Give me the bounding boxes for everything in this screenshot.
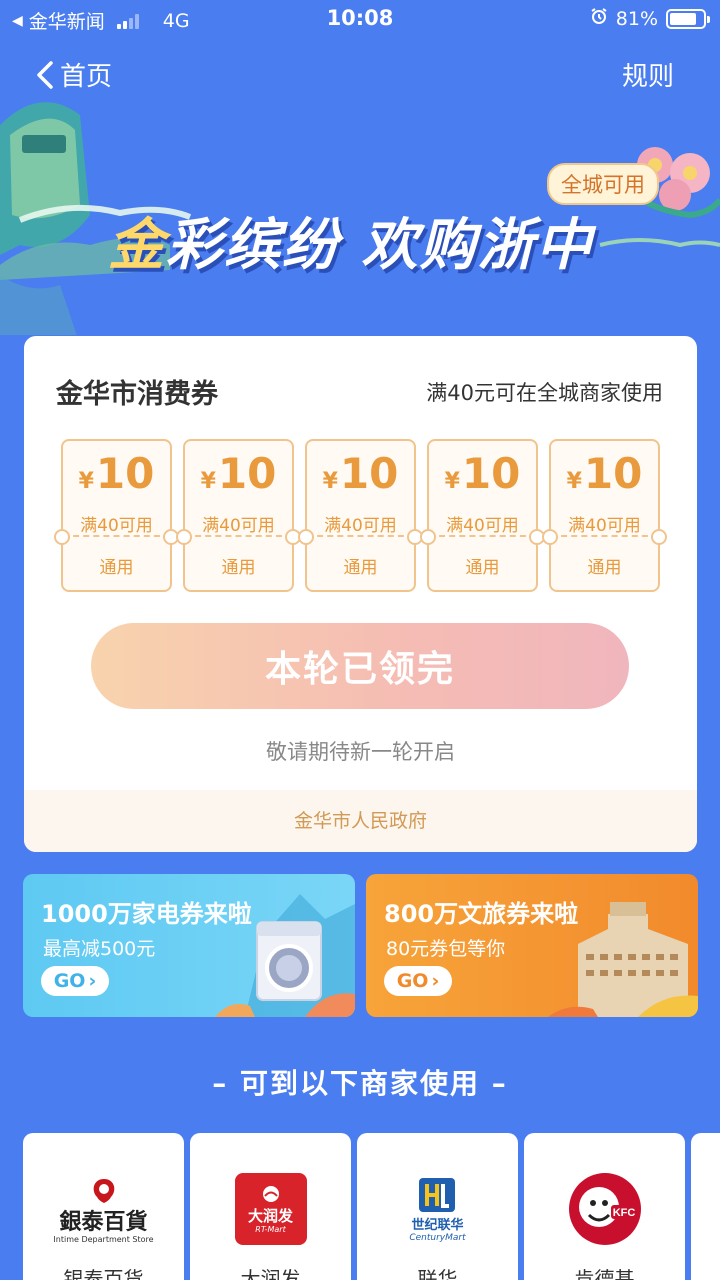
go-button[interactable]: GO › — [384, 966, 452, 996]
coupon-type: 通用 — [465, 558, 500, 578]
coupon-amount: ¥10 — [444, 449, 521, 498]
card-note: 满40元可在全城商家使用 — [426, 380, 663, 405]
svg-text:KFC: KFC — [612, 1207, 635, 1219]
coupon-condition: 满40可用 — [446, 516, 519, 536]
status-right: 81% — [590, 7, 710, 30]
card-header: 金华市消费券 满40元可在全城商家使用 — [56, 372, 663, 411]
claim-button[interactable]: 本轮已领完 — [91, 623, 629, 709]
century-mart-logo: 世纪联华 CenturyMart — [357, 1169, 518, 1249]
coupon-card: 金华市消费券 满40元可在全城商家使用 ¥10 满40可用 通用 ¥10 满40… — [24, 336, 697, 852]
battery-icon — [666, 8, 710, 29]
coupon-item: ¥10 满40可用 通用 — [54, 439, 179, 592]
coupon-item: ¥10 满40可用 通用 — [176, 439, 301, 592]
coupon-amount: ¥10 — [200, 449, 277, 498]
hero-banner: 金彩缤纷 欢购浙中 全城可用 — [0, 95, 720, 335]
coupon-condition: 满40可用 — [80, 516, 153, 536]
coupon-type: 通用 — [221, 558, 256, 578]
banner-title-gold: 金 — [108, 213, 166, 278]
chevron-left-icon — [37, 60, 53, 89]
chevron-right-icon: › — [431, 970, 440, 992]
banner-title-rest: 彩缤纷 欢购浙中 — [166, 213, 594, 278]
rules-link[interactable]: 规则 — [622, 56, 674, 93]
battery-percent: 81% — [615, 7, 658, 30]
promo-title: 1000万家电券来啦 — [41, 900, 252, 928]
coupon-amount: ¥10 — [566, 449, 643, 498]
promo-subtitle: 最高减500元 — [43, 938, 156, 960]
coupon-amount: ¥10 — [78, 449, 155, 498]
coupon-type: 通用 — [587, 558, 622, 578]
chevron-right-icon: › — [88, 970, 97, 992]
merchant-name: 肯德基 — [574, 1267, 635, 1280]
tourism-coupon-promo[interactable]: 800万文旅券来啦 80元券包等你 GO › — [366, 874, 698, 1017]
status-bar: ◀ 金华新闻 4G 10:08 81% — [0, 0, 720, 38]
back-button[interactable]: 首页 — [34, 56, 112, 93]
rtmart-logo: 大润发 RT-Mart — [190, 1169, 351, 1249]
promo-title: 800万文旅券来啦 — [384, 900, 579, 928]
issuer-footer: 金华市人民政府 — [24, 790, 697, 852]
card-title: 金华市消费券 — [56, 379, 218, 410]
go-button[interactable]: GO › — [41, 966, 109, 996]
merchant-card-intime[interactable]: 銀泰百貨 Intime Department Store 银泰百货 — [23, 1133, 184, 1280]
merchant-name: 联华 — [417, 1267, 458, 1280]
coupon-amount: ¥10 — [322, 449, 399, 498]
battery-fill — [670, 12, 696, 25]
coupon-condition: 满40可用 — [568, 516, 641, 536]
kfc-logo: KFC — [524, 1169, 685, 1249]
citywide-badge: 全城可用 — [547, 163, 659, 205]
appliance-coupon-promo[interactable]: 1000万家电券来啦 最高减500元 GO › — [23, 874, 355, 1017]
merchant-card-kfc[interactable]: KFC 肯德基 — [524, 1133, 685, 1280]
merchant-card-lianhua[interactable]: 世纪联华 CenturyMart 联华 — [357, 1133, 518, 1280]
coupon-item: ¥10 满40可用 通用 — [298, 439, 423, 592]
coupon-item: ¥10 满40可用 通用 — [542, 439, 667, 592]
alarm-icon — [590, 7, 608, 30]
merchant-card-partial[interactable] — [691, 1133, 720, 1280]
coupon-list: ¥10 满40可用 通用 ¥10 满40可用 通用 ¥10 满40可用 通用 ¥… — [54, 439, 667, 592]
banner-title: 金彩缤纷 欢购浙中 — [108, 200, 594, 281]
intime-logo: 銀泰百貨 Intime Department Store — [23, 1169, 184, 1249]
merchant-card-rtmart[interactable]: 大润发 RT-Mart 大润发 — [190, 1133, 351, 1280]
promo-subtitle: 80元券包等你 — [386, 938, 506, 960]
merchants-section-title: – 可到以下商家使用 – — [212, 1067, 508, 1100]
coupon-item: ¥10 满40可用 通用 — [420, 439, 545, 592]
coupon-condition: 满40可用 — [324, 516, 397, 536]
claim-subtitle: 敬请期待新一轮开启 — [266, 740, 455, 764]
back-label: 首页 — [60, 62, 113, 92]
merchant-name: 银泰百货 — [63, 1267, 144, 1280]
merchant-list: 銀泰百貨 Intime Department Store 银泰百货 大润发 RT… — [23, 1133, 720, 1280]
coupon-type: 通用 — [343, 558, 378, 578]
coupon-condition: 满40可用 — [202, 516, 275, 536]
nav-bar: 首页 规则 — [0, 52, 720, 96]
merchant-name: 大润发 — [240, 1267, 301, 1280]
coupon-type: 通用 — [99, 558, 134, 578]
